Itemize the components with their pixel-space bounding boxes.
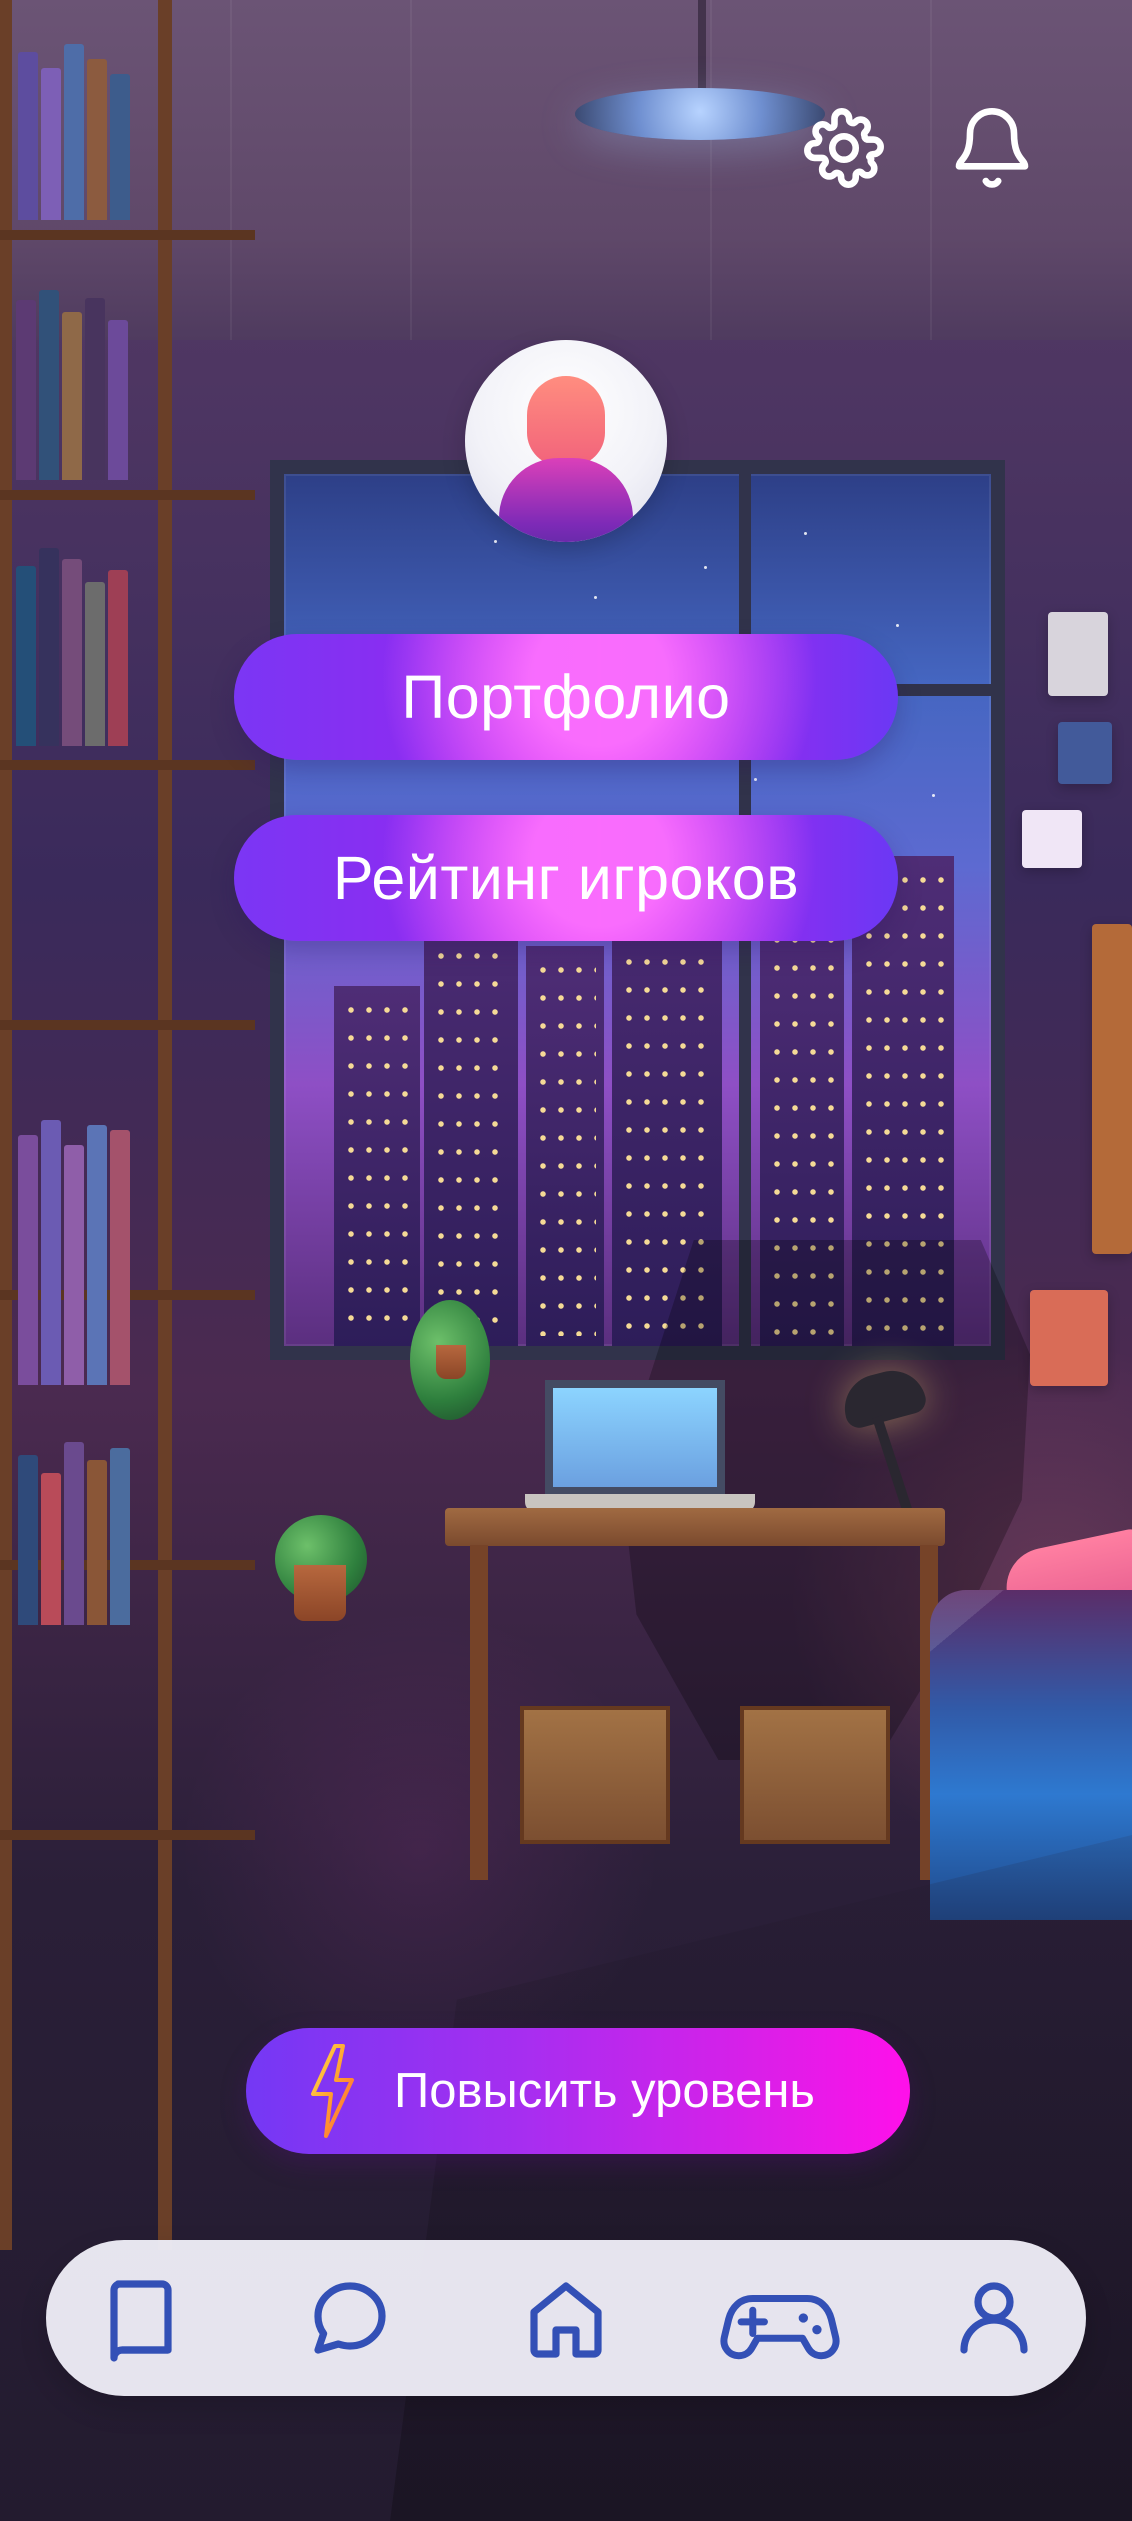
- book-spine: [64, 1145, 84, 1385]
- wall-sticker: [1058, 722, 1112, 784]
- window-star: [896, 624, 899, 627]
- game-profile-screen: Портфолио Рейтинг игроков Повысить урове…: [0, 0, 1132, 2521]
- desk-drawer: [740, 1706, 890, 1844]
- upgrade-level-button[interactable]: Повысить уровень: [246, 2028, 910, 2154]
- book-spine: [39, 548, 59, 746]
- floor-shade: [390, 1835, 1132, 2521]
- book-spine: [18, 1455, 38, 1625]
- desk-top: [445, 1508, 945, 1546]
- book-spine: [87, 1460, 107, 1625]
- lightning-bolt-icon: [308, 2044, 358, 2138]
- book-spine: [16, 566, 36, 746]
- book-spine: [62, 312, 82, 480]
- avatar-head: [527, 376, 605, 466]
- book-spine: [108, 570, 128, 746]
- book-spine: [41, 1473, 61, 1625]
- wall-sticker: [1022, 810, 1082, 868]
- book-icon[interactable]: [94, 2270, 190, 2366]
- bottom-navigation: [46, 2240, 1086, 2396]
- window-star: [704, 566, 707, 569]
- wall-photo: [1030, 1290, 1108, 1386]
- window-star: [932, 794, 935, 797]
- book-spine: [18, 1135, 38, 1385]
- ceiling-light-cord: [698, 0, 706, 94]
- book-spine: [87, 1125, 107, 1385]
- book-spine: [64, 1442, 84, 1625]
- window-star: [754, 778, 757, 781]
- profile-icon[interactable]: [946, 2270, 1042, 2366]
- book-spine: [64, 44, 84, 220]
- book-spine: [85, 298, 105, 480]
- book-spine: [41, 68, 61, 220]
- book-spine: [108, 320, 128, 480]
- upgrade-level-label: Повысить уровень: [394, 2063, 815, 2118]
- book-spine: [85, 582, 105, 746]
- ceiling-light: [575, 88, 825, 140]
- chat-bubble-icon[interactable]: [302, 2270, 398, 2366]
- city-building: [424, 876, 518, 1346]
- desk-leg-left: [470, 1545, 488, 1880]
- player-ranking-button[interactable]: Рейтинг игроков: [234, 815, 898, 941]
- home-icon[interactable]: [518, 2270, 614, 2366]
- book-spine: [110, 74, 130, 220]
- city-building: [334, 986, 420, 1346]
- portfolio-button[interactable]: Портфолио: [234, 634, 898, 760]
- book-spine: [39, 290, 59, 480]
- side-plant-pot: [294, 1565, 346, 1621]
- desk-drawer: [520, 1706, 670, 1844]
- user-avatar-icon[interactable]: [465, 340, 667, 542]
- book-spine: [110, 1448, 130, 1625]
- window-star: [494, 540, 497, 543]
- window-star: [804, 532, 807, 535]
- book-spine: [62, 559, 82, 746]
- book-spine: [16, 300, 36, 480]
- book-spine: [18, 52, 38, 220]
- window-star: [594, 596, 597, 599]
- book-spine: [110, 1130, 130, 1385]
- book-spine: [87, 59, 107, 220]
- bell-icon[interactable]: [948, 104, 1036, 192]
- gear-icon[interactable]: [800, 104, 888, 192]
- gamepad-icon[interactable]: [710, 2270, 850, 2366]
- avatar-body: [499, 458, 633, 542]
- hanging-plant-pot: [436, 1345, 466, 1379]
- book-spine: [41, 1120, 61, 1385]
- wall-board: [1092, 924, 1132, 1254]
- wall-poster: [1048, 612, 1108, 696]
- city-building: [526, 946, 604, 1346]
- desk-laptop: [545, 1380, 725, 1495]
